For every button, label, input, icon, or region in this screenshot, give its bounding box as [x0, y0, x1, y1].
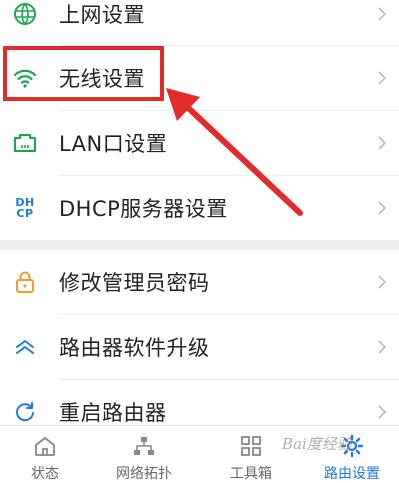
menu-item-router-upgrade[interactable]: 路由器软件升级: [0, 315, 399, 379]
tab-network-topology[interactable]: 网络拓扑: [104, 426, 184, 482]
menu-item-change-admin-password[interactable]: 修改管理员密码: [0, 250, 399, 314]
chevron-right-icon: [378, 340, 387, 354]
tab-status[interactable]: 状态: [5, 426, 85, 482]
menu-item-label: 上网设置: [59, 3, 145, 27]
menu-item-internet-settings[interactable]: 上网设置: [0, 0, 399, 46]
chevron-right-icon: [378, 136, 387, 150]
chevron-right-icon: [378, 71, 387, 85]
tab-toolbox[interactable]: 工具箱: [211, 426, 291, 482]
chevron-right-icon: [378, 405, 387, 419]
chevron-right-icon: [378, 275, 387, 289]
menu-item-dhcp-settings[interactable]: DH CP DHCP服务器设置: [0, 176, 399, 240]
chevron-right-icon: [378, 201, 387, 215]
lan-port-icon: [13, 131, 37, 155]
restart-icon: [13, 400, 37, 424]
toolbox-icon: [239, 434, 263, 458]
dhcp-icon-text-bottom: CP: [16, 207, 34, 220]
menu-item-label: 重启路由器: [59, 401, 167, 425]
menu-item-label: 路由器软件升级: [59, 336, 210, 360]
tab-label: 路由设置: [324, 466, 380, 482]
chevron-right-icon: [378, 7, 387, 21]
tab-label: 工具箱: [230, 466, 272, 482]
watermark: Bai度经验: [282, 435, 352, 453]
globe-icon: [13, 2, 37, 26]
menu-item-lan-settings[interactable]: LAN口设置: [0, 111, 399, 175]
section-separator: [0, 240, 399, 250]
home-icon: [33, 434, 57, 458]
highlight-box: [3, 46, 164, 101]
menu-item-label: 修改管理员密码: [59, 271, 210, 295]
tab-label: 状态: [31, 466, 59, 482]
tab-label: 网络拓扑: [116, 466, 172, 482]
lock-icon: [13, 270, 37, 294]
menu-item-label: DHCP服务器设置: [59, 197, 228, 221]
menu-item-label: LAN口设置: [59, 132, 168, 156]
topology-icon: [132, 434, 156, 458]
dhcp-icon: DH CP: [13, 196, 37, 220]
upgrade-icon: [13, 335, 37, 359]
